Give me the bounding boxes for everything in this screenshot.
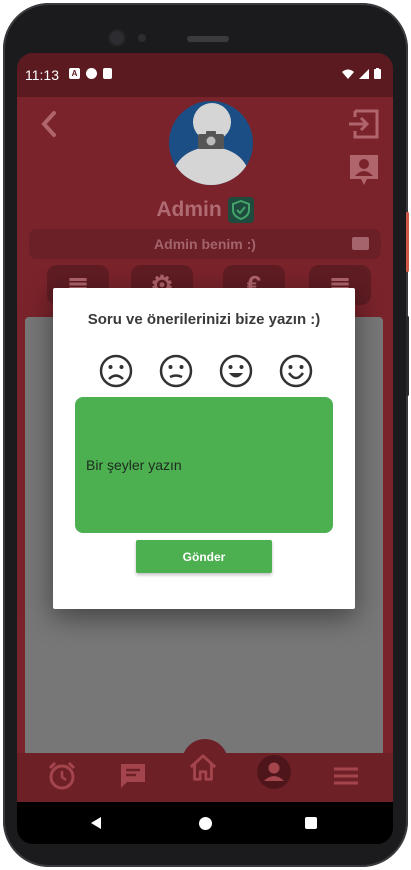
feedback-dialog: Soru ve önerilerinizi bize yazın :) Bir …	[53, 288, 355, 609]
signal-icon	[359, 69, 369, 79]
power-button	[406, 212, 409, 272]
system-recents-button[interactable]	[305, 817, 317, 829]
sad-face-icon[interactable]	[99, 354, 133, 388]
front-camera	[110, 31, 124, 45]
feedback-textarea[interactable]: Bir şeyler yazın	[75, 397, 333, 533]
volume-button	[406, 316, 409, 396]
avatar[interactable]	[169, 101, 253, 185]
send-button[interactable]: Gönder	[136, 540, 272, 573]
smile-face-icon[interactable]	[219, 354, 253, 388]
notification-a-icon: A	[69, 68, 80, 79]
dialog-title: Soru ve önerilerinizi bize yazın :)	[87, 311, 321, 328]
bottom-navigation	[17, 739, 393, 802]
system-navigation-bar	[17, 802, 393, 844]
profile-tab[interactable]	[257, 755, 291, 789]
back-arrow-icon[interactable]	[35, 109, 65, 139]
screen: 11:13 A Admin Admin benim:) ≣ ⚙ € ≣ Sor…	[17, 53, 393, 802]
earpiece-speaker	[187, 36, 229, 42]
happy-face-icon[interactable]	[279, 354, 313, 388]
battery-icon	[374, 68, 381, 79]
camera-icon[interactable]	[198, 131, 224, 149]
feedback-placeholder: Bir şeyler yazın	[86, 457, 182, 473]
person-icon	[264, 762, 284, 781]
rating-faces	[99, 354, 319, 392]
note-icon	[352, 237, 369, 250]
status-time: 11:13	[25, 67, 59, 83]
shield-check-icon	[231, 200, 250, 220]
chat-icon[interactable]	[118, 761, 148, 791]
sd-card-icon	[103, 68, 112, 79]
neutral-face-icon[interactable]	[159, 354, 193, 388]
bio-field[interactable]: Admin benim :)	[29, 229, 381, 259]
system-home-button[interactable]	[199, 817, 212, 830]
bio-text: Admin benim :)	[154, 236, 256, 252]
verified-badge	[227, 197, 254, 223]
proximity-sensor	[138, 34, 146, 42]
menu-icon[interactable]	[331, 761, 361, 791]
alarm-clock-icon[interactable]	[47, 761, 77, 791]
contact-card-icon[interactable]	[347, 152, 381, 188]
system-back-icon[interactable]	[89, 816, 103, 830]
logout-icon[interactable]	[347, 107, 381, 141]
profile-name: Admin	[156, 198, 222, 221]
status-bar: 11:13 A	[17, 53, 393, 97]
wifi-icon	[342, 69, 354, 79]
home-icon[interactable]	[188, 753, 218, 783]
notification-circle-icon	[86, 68, 97, 79]
